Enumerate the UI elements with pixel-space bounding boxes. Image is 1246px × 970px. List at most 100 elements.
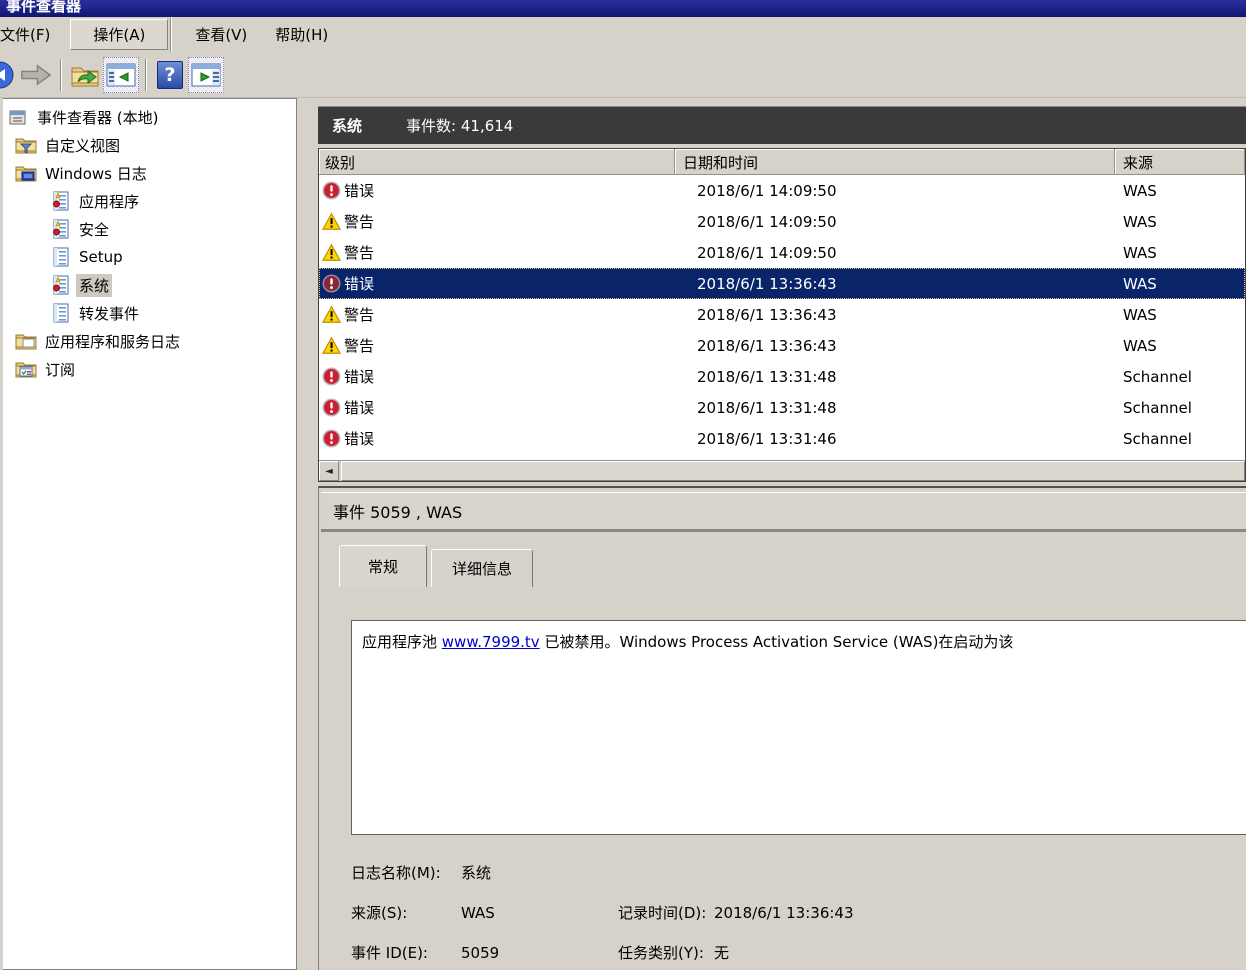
back-icon [0, 60, 15, 90]
console-tree: 事件查看器 (本地) 自定义视图 Windows 日志 [3, 98, 297, 970]
event-level: 警告 [344, 211, 374, 232]
event-count-label: 事件数: [406, 117, 456, 135]
window-title: 事件查看器 [6, 0, 81, 16]
back-button[interactable] [0, 57, 18, 93]
tree-item-event-viewer-root[interactable]: 事件查看器 (本地) [3, 103, 296, 131]
event-datetime: 2018/6/1 13:31:48 [675, 399, 1115, 417]
event-row[interactable]: 警告 2018/6/1 13:36:43 WAS [319, 299, 1245, 330]
table-header-row: 级别 日期和时间 来源 [319, 149, 1245, 175]
event-source: Schannel [1115, 399, 1245, 417]
event-count-value: 41,614 [461, 117, 514, 135]
results-header: 系统 事件数: 41,614 [318, 106, 1246, 144]
event-source: Schannel [1115, 430, 1245, 448]
tree-item-application-log[interactable]: 应用程序 [3, 187, 296, 215]
event-source: WAS [1115, 213, 1245, 231]
event-row[interactable]: 错误 2018/6/1 13:31:48 Schannel [319, 392, 1245, 423]
event-row[interactable]: 警告 2018/6/1 13:36:43 WAS [319, 330, 1245, 361]
event-row[interactable]: 警告 2018/6/1 14:09:50 WAS [319, 237, 1245, 268]
show-console-tree-icon [106, 62, 136, 88]
event-level: 错误 [344, 273, 374, 294]
tree-item-subscriptions[interactable]: 订阅 [3, 355, 296, 383]
help-button[interactable]: ? [152, 57, 188, 93]
app-pool-link[interactable]: www.7999.tv [442, 633, 540, 651]
console-root-icon [7, 108, 29, 126]
field-row: 事件 ID(E): 5059 任务类别(Y): 无 [319, 938, 1246, 968]
column-header-source[interactable]: 来源 [1115, 149, 1245, 175]
open-saved-log-button[interactable] [67, 57, 103, 93]
log-alert-icon [49, 191, 71, 211]
event-level: 警告 [344, 335, 374, 356]
events-table: 级别 日期和时间 来源 错误 2018/6/1 14:09:50 WAS 警告 … [318, 148, 1246, 482]
menu-bar: 文件(F) 操作(A) 查看(V) 帮助(H) [0, 17, 1246, 52]
source-value: WAS [461, 898, 495, 928]
event-details-pane: 事件 5059 , WAS 常规 详细信息 应用程序池 www.7999.tv … [318, 486, 1246, 970]
column-header-datetime[interactable]: 日期和时间 [675, 149, 1115, 175]
tree-item-forwarded-events-log[interactable]: 转发事件 [3, 299, 296, 327]
logged-time-value: 2018/6/1 13:36:43 [714, 898, 854, 928]
menu-view[interactable]: 查看(V) [181, 20, 261, 49]
log-plain-icon [49, 247, 71, 267]
tree-item-label: 应用程序和服务日志 [42, 330, 183, 353]
toolbar: ? [0, 52, 1246, 98]
log-plain-icon [49, 303, 71, 323]
tree-item-setup-log[interactable]: Setup [3, 243, 296, 271]
event-row[interactable]: 警告 2018/6/1 14:09:50 WAS [319, 206, 1245, 237]
toolbar-separator [60, 59, 61, 91]
source-label: 来源(S): [351, 898, 407, 928]
event-datetime: 2018/6/1 14:09:50 [675, 182, 1115, 200]
event-datetime: 2018/6/1 13:36:43 [675, 337, 1115, 355]
scroll-left-button[interactable]: ◄ [319, 461, 339, 481]
menu-file[interactable]: 文件(F) [0, 20, 64, 49]
log-name-value: 系统 [461, 858, 491, 888]
export-folder-icon [70, 62, 100, 88]
event-level: 错误 [344, 366, 374, 387]
field-row: 来源(S): WAS 记录时间(D): 2018/6/1 13:36:43 [319, 898, 1246, 928]
tab-general[interactable]: 常规 [339, 545, 427, 587]
tree-item-label: 事件查看器 (本地) [34, 106, 161, 129]
event-source: WAS [1115, 182, 1245, 200]
column-header-level[interactable]: 级别 [319, 149, 675, 175]
tree-item-label: Setup [76, 247, 126, 267]
show-action-pane-button[interactable] [188, 57, 224, 93]
event-source: WAS [1115, 306, 1245, 324]
field-row: 日志名称(M): 系统 [319, 858, 1246, 888]
menu-help[interactable]: 帮助(H) [261, 20, 342, 49]
event-datetime: 2018/6/1 13:36:43 [675, 306, 1115, 324]
services-folder-icon [15, 332, 37, 350]
results-pane: 系统 事件数: 41,614 级别 日期和时间 来源 错误 2018/6/1 1… [318, 98, 1246, 482]
event-level: 警告 [344, 242, 374, 263]
menu-action[interactable]: 操作(A) [70, 19, 168, 50]
warning-icon [322, 305, 341, 324]
forward-button[interactable] [18, 57, 54, 93]
event-row[interactable]: 错误 2018/6/1 13:31:46 Schannel [319, 423, 1245, 454]
tree-item-custom-views[interactable]: 自定义视图 [3, 131, 296, 159]
event-row[interactable]: 错误 2018/6/1 14:09:50 WAS [319, 175, 1245, 206]
custom-views-folder-icon [15, 136, 37, 154]
event-level: 错误 [344, 428, 374, 449]
tree-item-system-log[interactable]: 系统 [3, 271, 296, 299]
show-console-tree-button[interactable] [103, 57, 139, 93]
scrollbar-thumb[interactable] [341, 461, 1245, 481]
error-icon [322, 181, 341, 200]
error-icon [322, 367, 341, 386]
event-row-selected[interactable]: 错误 2018/6/1 13:36:43 WAS [319, 268, 1245, 299]
tree-item-applications-services-logs[interactable]: 应用程序和服务日志 [3, 327, 296, 355]
tree-item-label: 订阅 [42, 358, 78, 381]
title-bar[interactable]: 事件查看器 [0, 0, 1246, 17]
tree-item-security-log[interactable]: 安全 [3, 215, 296, 243]
event-level: 错误 [344, 397, 374, 418]
error-icon [322, 429, 341, 448]
tree-item-windows-logs[interactable]: Windows 日志 [3, 159, 296, 187]
tree-item-label: 应用程序 [76, 190, 142, 213]
event-id-label: 事件 ID(E): [351, 938, 428, 968]
event-datetime: 2018/6/1 13:36:43 [675, 275, 1115, 293]
show-action-pane-icon [191, 62, 221, 88]
event-source: WAS [1115, 337, 1245, 355]
tab-details[interactable]: 详细信息 [431, 549, 533, 587]
tree-item-label: 转发事件 [76, 302, 142, 325]
event-row[interactable]: 错误 2018/6/1 13:31:48 Schannel [319, 361, 1245, 392]
event-description-prefix: 应用程序池 [362, 633, 442, 651]
task-category-value: 无 [714, 938, 729, 968]
event-datetime: 2018/6/1 14:09:50 [675, 213, 1115, 231]
horizontal-scrollbar[interactable]: ◄ [319, 460, 1245, 481]
